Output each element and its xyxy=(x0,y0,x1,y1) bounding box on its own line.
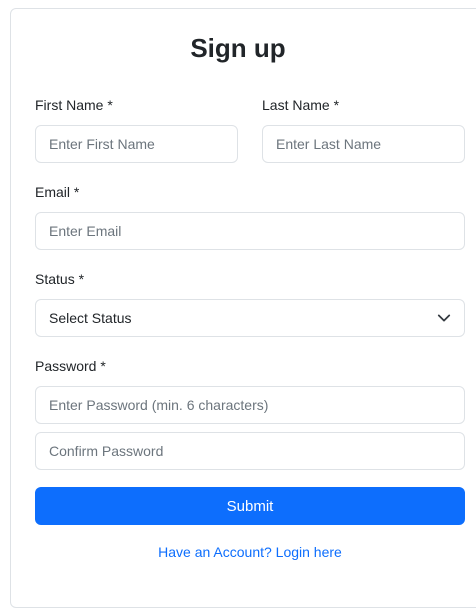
status-select-value: Select Status xyxy=(49,310,132,326)
status-select[interactable]: Select Status xyxy=(35,299,465,337)
email-label: Email * xyxy=(35,184,80,200)
password-input[interactable] xyxy=(35,386,465,424)
email-input[interactable] xyxy=(35,212,465,250)
chevron-down-icon xyxy=(437,314,451,322)
status-label: Status * xyxy=(35,271,85,287)
submit-button[interactable]: Submit xyxy=(35,487,465,525)
last-name-label: Last Name * xyxy=(262,97,340,113)
first-name-input[interactable] xyxy=(35,125,238,163)
password-label: Password * xyxy=(35,358,106,374)
login-link[interactable]: Have an Account? Login here xyxy=(0,543,476,561)
first-name-label: First Name * xyxy=(35,97,113,113)
confirm-password-input[interactable] xyxy=(35,432,465,470)
page-title: Sign up xyxy=(190,33,286,63)
last-name-input[interactable] xyxy=(262,125,465,163)
